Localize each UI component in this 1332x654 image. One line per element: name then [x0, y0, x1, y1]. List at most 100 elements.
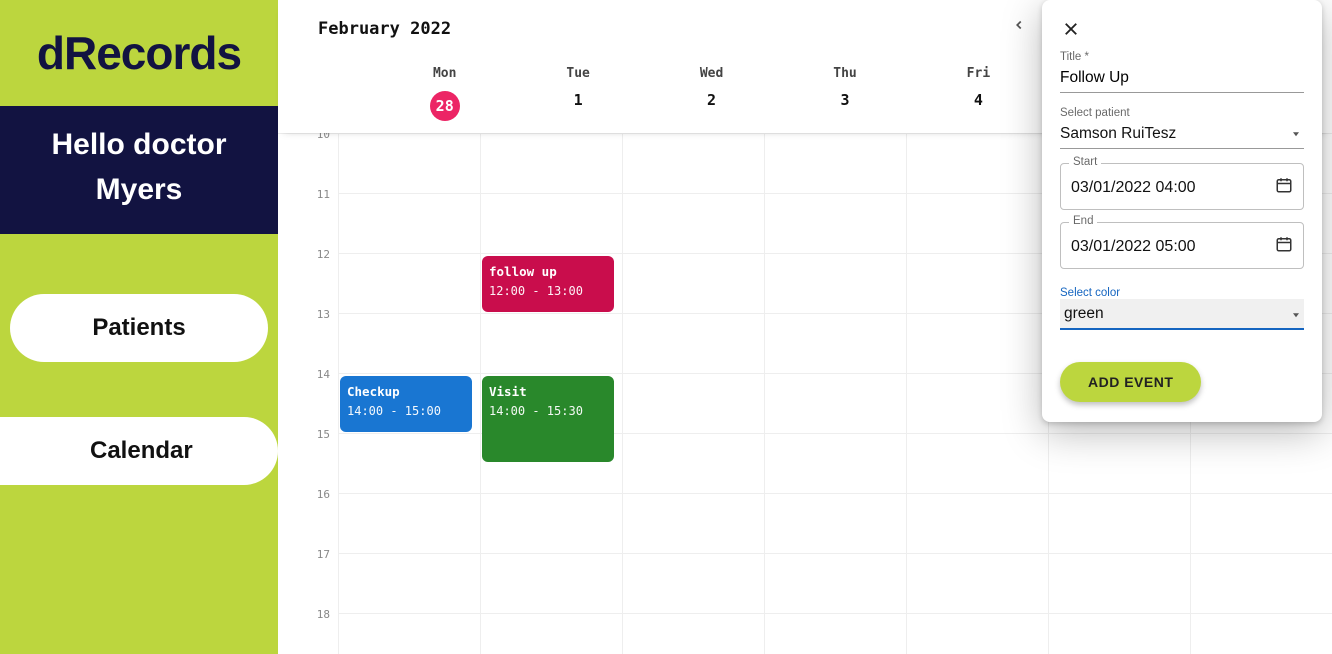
event-title: Checkup — [347, 382, 465, 402]
calendar-cell[interactable] — [906, 554, 1048, 614]
calendar-cell[interactable] — [906, 374, 1048, 434]
calendar-event[interactable]: follow up12:00 - 13:00 — [482, 256, 614, 312]
calendar-cell[interactable] — [906, 314, 1048, 374]
nav-calendar-button[interactable]: Calendar — [0, 417, 278, 485]
title-field-label: Title * — [1060, 51, 1304, 63]
calendar-small-icon — [1275, 176, 1293, 199]
calendar-cell[interactable] — [906, 134, 1048, 194]
calendar-cell[interactable] — [338, 194, 480, 254]
hour-label: 13 — [278, 308, 338, 368]
calendar-cell[interactable] — [764, 494, 906, 554]
calendar-cell[interactable] — [906, 434, 1048, 494]
calendar-cell[interactable] — [764, 134, 906, 194]
hour-label: 10 — [278, 133, 338, 188]
calendar-cell[interactable] — [1048, 614, 1190, 654]
patient-field-label: Select patient — [1060, 107, 1304, 119]
calendar-cell[interactable] — [906, 194, 1048, 254]
calendar-cell[interactable] — [338, 254, 480, 314]
weekday-column[interactable]: Thu3 — [778, 66, 911, 121]
calendar-cell[interactable] — [1048, 554, 1190, 614]
start-datetime-field[interactable]: Start 03/01/2022 04:00 — [1060, 163, 1304, 210]
hour-label: 18 — [278, 608, 338, 654]
end-label: End — [1069, 215, 1097, 227]
calendar-cell[interactable] — [622, 254, 764, 314]
calendar-cell[interactable] — [1190, 554, 1332, 614]
weekday-abbr: Tue — [511, 66, 644, 81]
calendar-cell[interactable] — [338, 614, 480, 654]
color-select[interactable]: green — [1060, 299, 1304, 330]
calendar-cell[interactable] — [480, 494, 622, 554]
calendar-cell[interactable] — [1190, 434, 1332, 494]
main-content: February 2022 Mon28Tue1Wed2Thu3Fri4Sat5S… — [278, 0, 1332, 654]
start-label: Start — [1069, 156, 1101, 168]
calendar-title: February 2022 — [318, 11, 451, 39]
hour-label: 11 — [278, 188, 338, 248]
weekday-date: 4 — [912, 91, 1045, 109]
nav-patients-button[interactable]: Patients — [10, 294, 268, 362]
end-value: 03/01/2022 05:00 — [1071, 238, 1196, 256]
event-time-label: 12:00 - 13:00 — [489, 282, 607, 301]
app-logo: dRecords — [0, 0, 278, 106]
calendar-cell[interactable] — [622, 434, 764, 494]
calendar-cell[interactable] — [622, 554, 764, 614]
calendar-cell[interactable] — [764, 554, 906, 614]
calendar-cell[interactable] — [764, 434, 906, 494]
weekday-abbr: Thu — [778, 66, 911, 81]
event-title: Visit — [489, 382, 607, 402]
calendar-cell[interactable] — [338, 554, 480, 614]
calendar-cell[interactable] — [764, 314, 906, 374]
calendar-cell[interactable] — [480, 314, 622, 374]
weekday-column[interactable]: Wed2 — [645, 66, 778, 121]
calendar-cell[interactable] — [338, 434, 480, 494]
calendar-cell[interactable] — [906, 494, 1048, 554]
calendar-cell[interactable] — [338, 134, 480, 194]
weekday-abbr: Fri — [912, 66, 1045, 81]
calendar-cell[interactable] — [764, 374, 906, 434]
event-time-label: 14:00 - 15:00 — [347, 402, 465, 421]
calendar-cell[interactable] — [622, 494, 764, 554]
calendar-event[interactable]: Checkup14:00 - 15:00 — [340, 376, 472, 432]
calendar-cell[interactable] — [480, 194, 622, 254]
event-title: follow up — [489, 262, 607, 282]
color-field-label: Select color — [1060, 287, 1304, 299]
calendar-cell[interactable] — [1190, 614, 1332, 654]
close-icon — [1062, 20, 1080, 38]
calendar-cell[interactable] — [764, 194, 906, 254]
calendar-cell[interactable] — [480, 554, 622, 614]
calendar-cell[interactable] — [764, 614, 906, 654]
patient-select[interactable]: Samson RuiTesz — [1060, 119, 1304, 149]
calendar-cell[interactable] — [622, 314, 764, 374]
close-panel-button[interactable] — [1060, 18, 1082, 43]
hour-label: 14 — [278, 368, 338, 428]
greeting-banner: Hello doctor Myers — [0, 106, 278, 234]
calendar-cell[interactable] — [1048, 434, 1190, 494]
weekday-abbr: Wed — [645, 66, 778, 81]
weekday-abbr: Mon — [378, 66, 511, 81]
weekday-column[interactable]: Tue1 — [511, 66, 644, 121]
add-event-button[interactable]: ADD EVENT — [1060, 362, 1201, 402]
calendar-cell[interactable] — [1048, 494, 1190, 554]
calendar-cell[interactable] — [622, 614, 764, 654]
calendar-cell[interactable] — [906, 614, 1048, 654]
hour-label: 12 — [278, 248, 338, 308]
weekday-column[interactable]: Fri 4 — [912, 66, 1045, 121]
greeting-line-1: Hello doctor — [10, 122, 268, 167]
calendar-cell[interactable] — [480, 134, 622, 194]
sidebar: dRecords Hello doctor Myers Patients Cal… — [0, 0, 278, 654]
calendar-cell[interactable] — [1190, 494, 1332, 554]
weekday-column[interactable]: Mon28 — [378, 66, 511, 121]
calendar-cell[interactable] — [622, 374, 764, 434]
calendar-event[interactable]: Visit14:00 - 15:30 — [482, 376, 614, 462]
calendar-cell[interactable] — [480, 614, 622, 654]
greeting-line-2: Myers — [10, 167, 268, 212]
prev-week-button[interactable] — [1004, 10, 1034, 40]
calendar-cell[interactable] — [906, 254, 1048, 314]
calendar-cell[interactable] — [338, 314, 480, 374]
calendar-cell[interactable] — [622, 134, 764, 194]
end-datetime-field[interactable]: End 03/01/2022 05:00 — [1060, 222, 1304, 269]
calendar-cell[interactable] — [764, 254, 906, 314]
sidebar-spacer — [0, 234, 278, 294]
title-input[interactable] — [1060, 63, 1304, 93]
calendar-cell[interactable] — [622, 194, 764, 254]
calendar-cell[interactable] — [338, 494, 480, 554]
